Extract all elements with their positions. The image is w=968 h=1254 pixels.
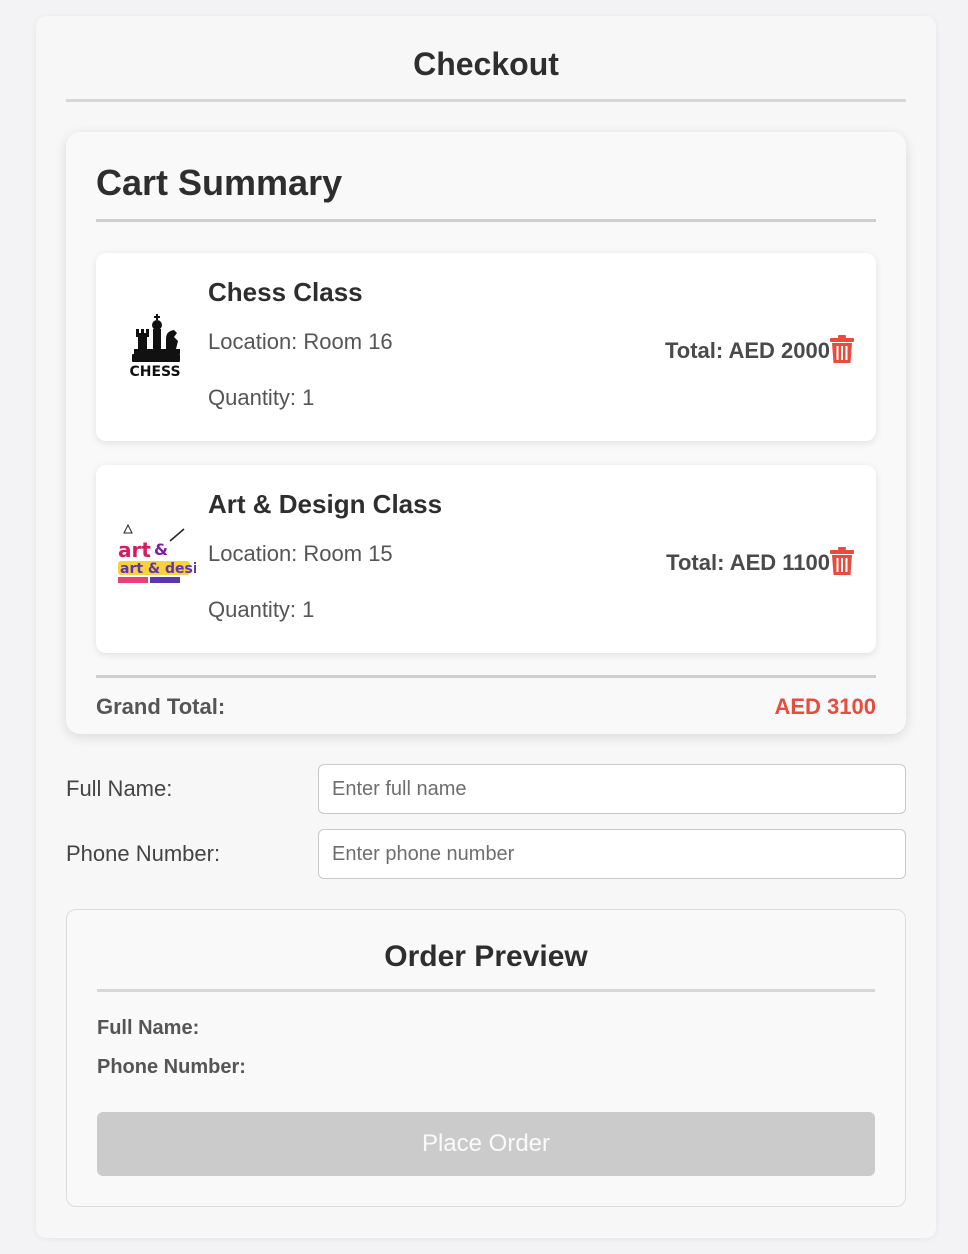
place-order-button[interactable]: Place Order <box>97 1112 875 1176</box>
chess-logo-image: CHESS <box>129 314 181 380</box>
item-total: Total: AED 1100 <box>666 550 830 575</box>
item-name: Chess Class <box>208 277 363 307</box>
preview-full-name-label: Full Name: <box>97 1017 200 1039</box>
svg-text:&: & <box>154 540 168 559</box>
phone-number-input[interactable] <box>318 829 906 879</box>
order-preview: Order Preview Full Name: Phone Number: P… <box>66 909 906 1207</box>
item-location: Location: Room 15 <box>208 541 393 566</box>
full-name-label: Full Name: <box>66 776 173 801</box>
item-quantity: Quantity: 1 <box>208 385 315 410</box>
cart-item: art & art & design Art & Design Class Lo… <box>96 465 876 653</box>
cart-item: CHESS Chess Class Location: Room 16 Quan… <box>96 253 876 441</box>
title-divider <box>66 99 906 102</box>
grand-total-value: AED 3100 <box>774 694 876 719</box>
cart-divider <box>96 219 876 222</box>
item-total: Total: AED 2000 <box>664 338 830 363</box>
art-logo-text: art & design <box>120 561 196 577</box>
art-design-logo-image: art & art & design <box>114 521 196 603</box>
item-quantity: Quantity: 1 <box>208 597 315 622</box>
chess-logo-text: CHESS <box>129 364 180 380</box>
cart-summary-title: Cart Summary <box>96 162 343 203</box>
svg-text:art: art <box>118 538 151 562</box>
full-name-input[interactable] <box>318 764 906 814</box>
item-location: Location: Room 16 <box>208 329 393 354</box>
trash-icon[interactable] <box>830 547 854 575</box>
grand-total-label: Grand Total: <box>96 694 226 719</box>
trash-icon[interactable] <box>830 335 854 363</box>
order-preview-title: Order Preview <box>384 940 588 973</box>
phone-number-label: Phone Number: <box>66 841 221 866</box>
grand-total-divider <box>96 675 876 678</box>
cart-summary: Cart Summary CHESS Chess Class Location:… <box>66 132 906 734</box>
page-title: Checkout <box>413 46 559 82</box>
item-name: Art & Design Class <box>208 489 443 519</box>
preview-phone-label: Phone Number: <box>97 1056 246 1078</box>
checkout-page: Checkout Cart Summary CHESS Chess Class … <box>36 16 936 1238</box>
preview-divider <box>97 989 875 992</box>
